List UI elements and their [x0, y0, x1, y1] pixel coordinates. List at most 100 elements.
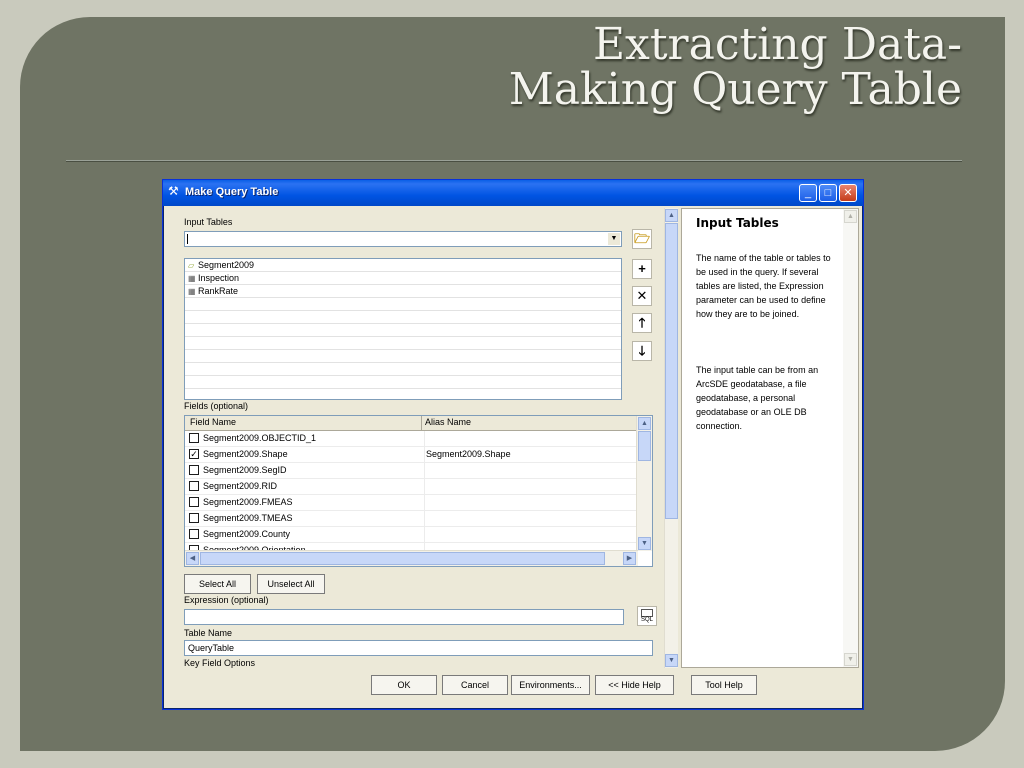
- field-name-cell: Segment2009.FMEAS: [203, 497, 293, 507]
- alias-name-cell[interactable]: [424, 463, 426, 478]
- field-name-cell: Segment2009.County: [203, 529, 291, 539]
- add-button[interactable]: +: [632, 259, 652, 279]
- input-tables-list[interactable]: ▱ Segment2009 ▦ Inspection ▦ RankRate: [184, 258, 622, 400]
- grid-header: Field Name Alias Name: [185, 416, 638, 431]
- fields-horizontal-scrollbar[interactable]: ◀ ▶: [185, 550, 638, 566]
- query-builder-icon: [641, 609, 653, 617]
- field-name-cell: Segment2009.OBJECTID_1: [203, 433, 317, 443]
- hammer-icon: ⚒: [168, 184, 179, 198]
- scroll-down-icon[interactable]: ▼: [844, 653, 857, 666]
- table-row[interactable]: Segment2009.FMEAS: [185, 495, 638, 511]
- empty-row: [185, 376, 621, 389]
- sql-button[interactable]: SQL: [637, 606, 657, 626]
- field-checkbox[interactable]: [189, 513, 199, 523]
- remove-button[interactable]: ✕: [632, 286, 652, 306]
- table-name: Inspection: [198, 273, 240, 283]
- column-separator[interactable]: [421, 416, 422, 430]
- hide-help-button[interactable]: << Hide Help: [595, 675, 674, 695]
- scroll-right-icon[interactable]: ▶: [623, 552, 636, 565]
- dialog-titlebar[interactable]: ⚒ Make Query Table _ □ ✕: [163, 180, 863, 206]
- table-row[interactable]: Segment2009.SegID: [185, 463, 638, 479]
- maximize-button[interactable]: □: [819, 184, 837, 202]
- field-checkbox[interactable]: [189, 529, 199, 539]
- scroll-up-icon[interactable]: ▲: [638, 417, 651, 430]
- help-paragraph: The name of the table or tables to be us…: [696, 253, 831, 319]
- select-all-button[interactable]: Select All: [184, 574, 251, 594]
- cancel-button[interactable]: Cancel: [442, 675, 508, 695]
- field-checkbox[interactable]: [189, 465, 199, 475]
- empty-row: [185, 350, 621, 363]
- alias-name-cell[interactable]: [424, 527, 426, 542]
- list-item[interactable]: ▦ RankRate: [185, 285, 621, 298]
- help-scrollbar[interactable]: ▲ ▼: [843, 209, 858, 667]
- alias-name-cell[interactable]: [424, 511, 426, 526]
- column-header-field-name[interactable]: Field Name: [190, 417, 236, 427]
- slide-title-line2: Making Query Table: [508, 64, 962, 115]
- field-name-cell: Segment2009.TMEAS: [203, 513, 293, 523]
- field-name-cell: Segment2009.Shape: [203, 449, 288, 459]
- help-pane: Input Tables The name of the table or ta…: [681, 208, 859, 668]
- alias-name-cell[interactable]: [424, 495, 426, 510]
- arrow-down-icon: 🡓: [638, 343, 646, 358]
- ok-button[interactable]: OK: [371, 675, 437, 695]
- dialog-title: Make Query Table: [185, 186, 279, 198]
- slide-background: Extracting Data- Making Query Table ⚒ Ma…: [0, 0, 1024, 768]
- table-row[interactable]: Segment2009.County: [185, 527, 638, 543]
- list-item[interactable]: ▱ Segment2009: [185, 259, 621, 272]
- scroll-thumb[interactable]: [638, 431, 651, 461]
- scroll-up-icon[interactable]: ▲: [665, 209, 678, 222]
- slide-title: Extracting Data- Making Query Table: [262, 22, 962, 112]
- scroll-thumb[interactable]: [665, 223, 678, 519]
- parameters-scrollbar[interactable]: ▲ ▼: [664, 208, 678, 668]
- browse-folder-button[interactable]: 🗁: [632, 229, 652, 249]
- field-checkbox[interactable]: [189, 433, 199, 443]
- table-name: RankRate: [198, 286, 239, 296]
- table-name-input[interactable]: QueryTable: [184, 640, 653, 656]
- empty-row: [185, 298, 621, 311]
- field-checkbox[interactable]: ✓: [189, 449, 199, 459]
- table-icon: ▦: [188, 274, 196, 283]
- alias-name-cell[interactable]: Segment2009.Shape: [424, 447, 511, 462]
- expression-input[interactable]: [184, 609, 624, 625]
- fields-label: Fields (optional): [184, 401, 249, 411]
- fields-vertical-scrollbar[interactable]: ▲ ▼: [636, 416, 652, 551]
- scroll-left-icon[interactable]: ◀: [186, 552, 199, 565]
- tool-help-button[interactable]: Tool Help: [691, 675, 757, 695]
- table-icon: ▦: [188, 287, 196, 296]
- field-checkbox[interactable]: [189, 481, 199, 491]
- grid-rows: Segment2009.OBJECTID_1 ✓ Segment2009.Shape…: [185, 431, 638, 559]
- input-tables-combo[interactable]: ▼: [184, 231, 622, 247]
- fields-grid: Field Name Alias Name Segment2009.OBJECT…: [184, 415, 653, 567]
- list-item[interactable]: ▦ Inspection: [185, 272, 621, 285]
- environments-button[interactable]: Environments...: [511, 675, 590, 695]
- move-down-button[interactable]: 🡓: [632, 341, 652, 361]
- scroll-up-icon[interactable]: ▲: [844, 210, 857, 223]
- help-title: Input Tables: [696, 216, 779, 230]
- title-divider: [66, 160, 962, 162]
- scroll-down-icon[interactable]: ▼: [638, 537, 651, 550]
- table-row[interactable]: Segment2009.TMEAS: [185, 511, 638, 527]
- parameters-pane: Input Tables ▼ 🗁 ▱ Segment2009 ▦ Inspectio…: [167, 208, 678, 668]
- scroll-thumb[interactable]: [200, 552, 605, 565]
- chevron-down-icon[interactable]: ▼: [608, 233, 620, 245]
- table-row[interactable]: Segment2009.OBJECTID_1: [185, 431, 638, 447]
- unselect-all-button[interactable]: Unselect All: [257, 574, 325, 594]
- table-row[interactable]: ✓ Segment2009.Shape Segment2009.Shape: [185, 447, 638, 463]
- alias-name-cell[interactable]: [424, 431, 426, 446]
- move-up-button[interactable]: 🡑: [632, 313, 652, 333]
- empty-row: [185, 337, 621, 350]
- scroll-down-icon[interactable]: ▼: [665, 654, 678, 667]
- table-name: Segment2009: [198, 260, 255, 270]
- empty-row: [185, 363, 621, 376]
- field-checkbox[interactable]: [189, 497, 199, 507]
- minimize-button[interactable]: _: [799, 184, 817, 202]
- close-button[interactable]: ✕: [839, 184, 857, 202]
- alias-name-cell[interactable]: [424, 479, 426, 494]
- key-field-options-label: Key Field Options: [184, 658, 256, 668]
- table-row[interactable]: Segment2009.RID: [185, 479, 638, 495]
- column-header-alias-name[interactable]: Alias Name: [425, 417, 471, 427]
- x-icon: ✕: [636, 288, 648, 303]
- make-query-table-dialog: ⚒ Make Query Table _ □ ✕ Input Tables ▼ …: [162, 179, 864, 710]
- field-name-cell: Segment2009.SegID: [203, 465, 287, 475]
- empty-row: [185, 324, 621, 337]
